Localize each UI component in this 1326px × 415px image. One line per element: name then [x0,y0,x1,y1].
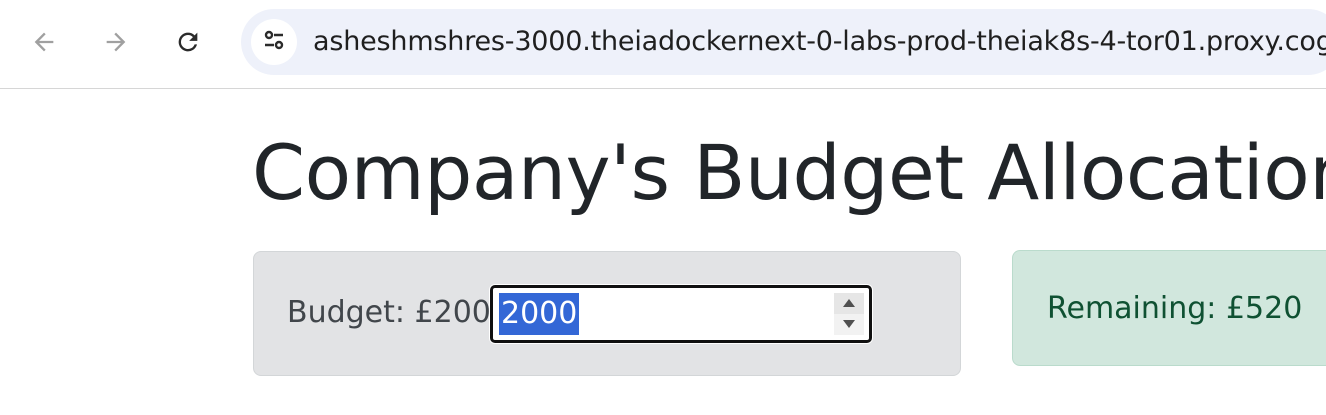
stepper-up-button[interactable] [834,293,864,314]
arrow-left-icon [30,28,58,56]
budget-card: Budget: £2000 2000 [253,251,961,376]
forward-button[interactable] [94,20,138,64]
reload-button[interactable] [166,20,210,64]
tune-icon [261,27,287,58]
reload-icon [174,28,202,56]
triangle-up-icon [842,295,856,313]
address-bar[interactable]: asheshmshres-3000.theiadockernext-0-labs… [241,9,1326,75]
budget-input-value[interactable]: 2000 [499,293,580,335]
arrow-right-icon [102,28,130,56]
site-info-button[interactable] [251,19,297,65]
back-button[interactable] [22,20,66,64]
page-title: Company's Budget Allocation [252,128,1326,217]
budget-label: Budget: £2000 [287,295,510,330]
stepper-down-button[interactable] [834,314,864,335]
budget-stepper[interactable] [834,293,864,335]
triangle-down-icon [842,316,856,334]
budget-input[interactable]: 2000 [490,285,872,343]
remaining-label: Remaining: £520 [1047,291,1303,326]
browser-toolbar: asheshmshres-3000.theiadockernext-0-labs… [0,0,1326,89]
url-text[interactable]: asheshmshres-3000.theiadockernext-0-labs… [313,9,1326,75]
remaining-card: Remaining: £520 [1012,250,1326,366]
